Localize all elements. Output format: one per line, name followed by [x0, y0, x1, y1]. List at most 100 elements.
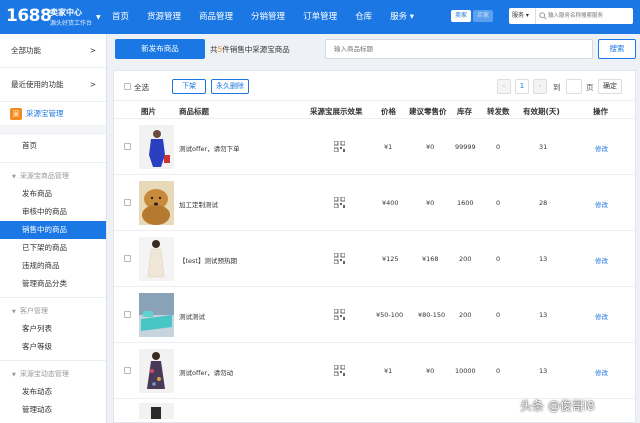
main-content: 新发布商品 共5件销售中采源宝商品 搜索 全选 下架 永久删除 ‹ 1 › 到 …	[113, 34, 640, 423]
search-icon[interactable]	[539, 12, 547, 20]
row-checkbox[interactable]	[124, 199, 131, 206]
sidebar-item-violations[interactable]: 违规的商品	[0, 257, 106, 275]
sidebar-item-manage-feed[interactable]: 管理动态	[0, 401, 106, 419]
price: ¥400	[382, 199, 399, 207]
sidebar-recent-functions[interactable]: 最近使用的功能 >	[0, 68, 106, 102]
forwards: 0	[496, 367, 501, 375]
product-count-text: 共5件销售中采源宝商品	[210, 44, 290, 55]
chevron-right-icon: >	[89, 80, 96, 89]
row-checkbox[interactable]	[124, 143, 131, 150]
sidebar-app-header[interactable]: 采 采源宝管理	[0, 102, 106, 126]
sidebar-item-on-sale[interactable]: 销售中的商品	[0, 221, 106, 239]
sidebar-group-customers[interactable]: ▼ 客户管理	[0, 302, 106, 320]
watermark: 头条 @俊哥l8	[520, 399, 595, 413]
select-all-checkbox[interactable]	[124, 83, 131, 90]
nav-products[interactable]: 商品管理	[190, 0, 242, 34]
qr-code-icon[interactable]	[334, 141, 345, 152]
price: ¥1	[384, 143, 393, 151]
product-table-body: 测试offer，请勿下单 ¥1 ¥0 99999 0 31 修改 加工定制测试 …	[114, 119, 635, 419]
product-title[interactable]: 测试offer，请勿动	[179, 367, 233, 377]
buyer-badge[interactable]: 买家	[473, 10, 493, 22]
stock: 200	[459, 311, 472, 319]
sidebar-item-publish-feed[interactable]: 发布动态	[0, 383, 106, 401]
qr-code-icon[interactable]	[334, 253, 345, 264]
seller-badge[interactable]: 卖家	[451, 10, 471, 22]
sidebar-item-customer-level[interactable]: 客户等级	[0, 338, 106, 356]
offline-button[interactable]: 下架	[172, 79, 206, 94]
caret-down-icon: ▼	[12, 309, 16, 315]
product-image[interactable]	[139, 125, 174, 169]
prev-page-button[interactable]: ‹	[497, 79, 511, 94]
sidebar-group-products[interactable]: ▼ 采源宝商品管理	[0, 167, 106, 185]
delete-button[interactable]: 永久删除	[211, 79, 249, 94]
table-row: 【test】测试预热期 ¥125 ¥168 200 0 13 修改	[114, 231, 635, 287]
qr-code-icon[interactable]	[334, 309, 345, 320]
product-image[interactable]	[139, 349, 174, 393]
select-all-label: 全选	[134, 83, 149, 92]
confirm-page-button[interactable]: 确定	[598, 79, 622, 94]
product-title[interactable]: 测试offer，请勿下单	[179, 143, 240, 153]
qr-code-icon[interactable]	[334, 197, 345, 208]
product-title[interactable]: 测试测试	[179, 311, 205, 321]
caret-down-icon: ▼	[12, 372, 16, 378]
row-checkbox[interactable]	[124, 367, 131, 374]
service-search-input[interactable]	[548, 8, 632, 24]
divider	[0, 360, 106, 361]
sidebar-item-categories[interactable]: 管理商品分类	[0, 275, 106, 293]
table-row: 测试offer，请勿下单 ¥1 ¥0 99999 0 31 修改	[114, 119, 635, 175]
sidebar-item-offline[interactable]: 已下架的商品	[0, 239, 106, 257]
validity-days: 13	[539, 311, 548, 319]
edit-link[interactable]: 修改	[595, 199, 608, 209]
current-page[interactable]: 1	[515, 79, 529, 94]
title-search-input[interactable]	[326, 40, 592, 58]
nav-services[interactable]: 服务 ▾	[381, 0, 423, 34]
publish-product-button[interactable]: 新发布商品	[115, 39, 205, 59]
product-title[interactable]: 加工定制测试	[179, 199, 218, 209]
product-image[interactable]	[139, 237, 174, 281]
forwards: 0	[496, 199, 501, 207]
sidebar: 全部功能 > 最近使用的功能 > 采 采源宝管理 首页 ▼ 采源宝商品管理 发布商…	[0, 34, 107, 423]
search-button[interactable]: 搜索	[598, 39, 636, 59]
chevron-down-icon[interactable]: ▼	[96, 14, 101, 21]
nav-distribution[interactable]: 分销管理	[242, 0, 294, 34]
nav-home[interactable]: 首页	[102, 0, 138, 34]
next-page-button[interactable]: ›	[533, 79, 547, 94]
product-image[interactable]	[139, 293, 174, 337]
sidebar-item-home[interactable]: 首页	[0, 134, 106, 158]
product-title[interactable]: 【test】测试预热期	[179, 255, 237, 265]
nav-supply[interactable]: 货源管理	[138, 0, 190, 34]
product-image[interactable]	[139, 403, 174, 419]
edit-link[interactable]: 修改	[595, 255, 608, 265]
divider	[0, 297, 106, 298]
count-suffix: 件销售中采源宝商品	[222, 45, 290, 54]
edit-link[interactable]: 修改	[595, 311, 608, 321]
table-header: 图片 商品标题 采源宝展示效果 价格 建议零售价 库存 转发数 有效期(天) 操…	[114, 101, 635, 119]
count-prefix: 共	[210, 45, 218, 54]
stock: 10000	[455, 367, 476, 375]
sidebar-item-publish[interactable]: 发布商品	[0, 185, 106, 203]
sidebar-item-reviewing[interactable]: 审核中的商品	[0, 203, 106, 221]
row-checkbox[interactable]	[124, 255, 131, 262]
goto-label: 到	[553, 83, 561, 92]
sidebar-all-functions[interactable]: 全部功能 >	[0, 34, 106, 68]
row-checkbox[interactable]	[124, 311, 131, 318]
logo[interactable]: 1688 卖家中心 源头好货工作台 ▼	[6, 6, 102, 30]
stock: 99999	[455, 143, 476, 151]
sidebar-item-customer-list[interactable]: 客户列表	[0, 320, 106, 338]
nav-orders[interactable]: 订单管理	[294, 0, 346, 34]
edit-link[interactable]: 修改	[595, 367, 608, 377]
nav-warehouse[interactable]: 仓库	[346, 0, 381, 34]
edit-link[interactable]: 修改	[595, 143, 608, 153]
retail-price: ¥0	[426, 367, 435, 375]
col-stock: 库存	[457, 107, 472, 116]
chevron-right-icon: >	[89, 46, 96, 55]
search-scope-select[interactable]: 服务 ▾	[509, 8, 535, 24]
app-name: 采源宝管理	[26, 109, 64, 118]
sidebar-group-feeds[interactable]: ▼ 采源宝动态管理	[0, 365, 106, 383]
forwards: 0	[496, 143, 501, 151]
sidebar-all-functions-label: 全部功能	[11, 46, 41, 55]
price: ¥50-100	[376, 311, 404, 319]
qr-code-icon[interactable]	[334, 365, 345, 376]
page-number-input[interactable]	[566, 79, 582, 94]
product-image[interactable]	[139, 181, 174, 225]
